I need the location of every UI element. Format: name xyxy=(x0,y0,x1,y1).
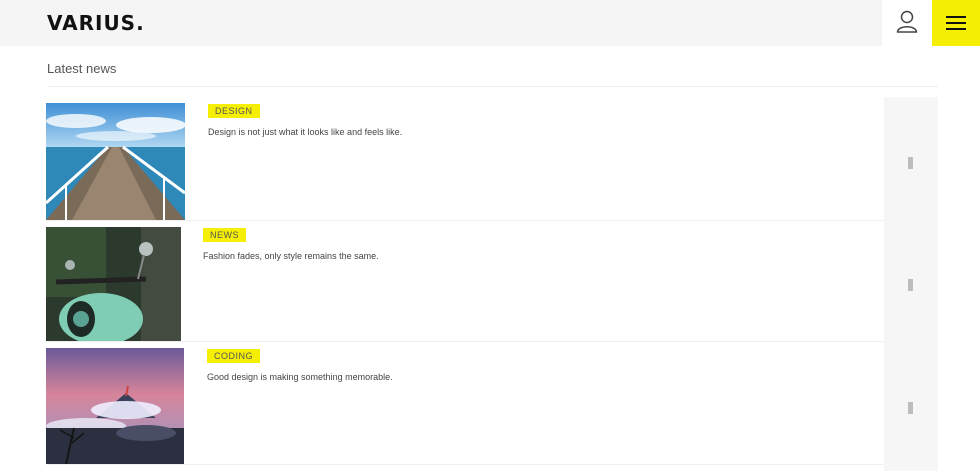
news-thumbnail-volcano[interactable] xyxy=(46,348,184,464)
category-tag[interactable]: CODING xyxy=(207,349,260,363)
news-description[interactable]: Fashion fades, only style remains the sa… xyxy=(203,251,379,261)
news-thumbnail-pier[interactable] xyxy=(46,103,185,220)
news-item[interactable]: CODING Good design is making something m… xyxy=(0,342,980,464)
user-icon xyxy=(896,10,918,33)
news-item[interactable]: NEWS Fashion fades, only style remains t… xyxy=(0,221,980,343)
site-logo[interactable]: VARIUS. xyxy=(47,11,145,35)
category-tag[interactable]: NEWS xyxy=(203,228,246,242)
section-divider xyxy=(47,86,938,87)
news-item[interactable]: DESIGN Design is not just what it looks … xyxy=(0,97,980,220)
news-description[interactable]: Design is not just what it looks like an… xyxy=(208,127,402,137)
section-title: Latest news xyxy=(47,61,117,76)
user-account-button[interactable] xyxy=(882,0,932,46)
top-bar: VARIUS. xyxy=(0,0,980,46)
news-description[interactable]: Good design is making something memorabl… xyxy=(207,372,393,382)
hamburger-menu-icon xyxy=(946,16,966,18)
category-tag[interactable]: DESIGN xyxy=(208,104,260,118)
item-divider xyxy=(47,464,883,465)
hamburger-menu-button[interactable] xyxy=(932,0,980,46)
news-thumbnail-scooter[interactable] xyxy=(46,227,181,341)
